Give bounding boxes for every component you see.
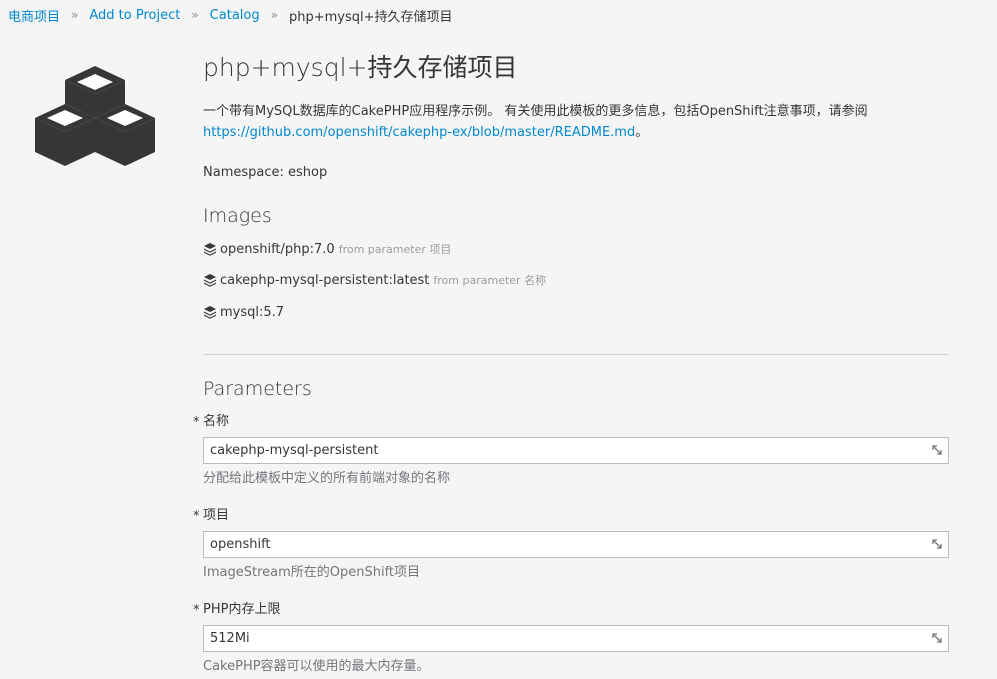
parameter-help: CakePHP容器可以使用的最大内存量。 bbox=[203, 659, 430, 674]
layers-icon bbox=[204, 274, 216, 287]
description-text: 一个带有MySQL数据库的CakePHP应用程序示例。 有关使用此模板的更多信息… bbox=[203, 104, 868, 119]
page-title: php+mysql+持久存储项目 bbox=[203, 53, 518, 82]
project-field-value: openshift bbox=[210, 537, 271, 552]
expand-icon[interactable] bbox=[930, 631, 944, 645]
cubes-icon bbox=[35, 66, 155, 166]
namespace-label: Namespace: bbox=[203, 165, 284, 180]
image-name: cakephp-mysql-persistent:latest bbox=[220, 272, 430, 288]
namespace: Namespace: eshop bbox=[203, 163, 949, 183]
image-item: mysql:5.7 bbox=[203, 302, 949, 322]
chevron-right-icon: » bbox=[71, 8, 79, 22]
image-name: mysql:5.7 bbox=[220, 304, 285, 320]
chevron-right-icon: » bbox=[191, 8, 199, 22]
parameter-label: * 项目 bbox=[193, 508, 230, 524]
parameter-help: ImageStream所在的OpenShift项目 bbox=[203, 565, 421, 580]
breadcrumb-catalog-link[interactable]: Catalog bbox=[210, 8, 260, 23]
parameter-name: * 名称 cakephp-mysql-persistent 分配给此模板中定义的… bbox=[193, 410, 949, 488]
project-field[interactable]: openshift bbox=[203, 531, 949, 558]
image-name: openshift/php:7.0 bbox=[220, 241, 335, 257]
php-memory-field[interactable]: 512Mi bbox=[203, 625, 949, 652]
image-source: from parameter 名称 bbox=[433, 274, 547, 287]
readme-link[interactable]: https://github.com/openshift/cakephp-ex/… bbox=[203, 125, 635, 140]
parameter-project: * 项目 openshift ImageStream所在的OpenShift项目 bbox=[193, 504, 949, 582]
template-description: 一个带有MySQL数据库的CakePHP应用程序示例。 有关使用此模板的更多信息… bbox=[203, 101, 949, 143]
required-marker: * bbox=[193, 415, 200, 430]
parameter-label: * PHP内存上限 bbox=[193, 602, 281, 618]
parameter-label-text: 名称 bbox=[203, 414, 230, 429]
section-divider bbox=[203, 354, 949, 355]
name-field[interactable]: cakephp-mysql-persistent bbox=[203, 437, 949, 464]
images-heading: Images bbox=[203, 205, 272, 227]
parameter-label-text: PHP内存上限 bbox=[203, 602, 281, 617]
expand-icon[interactable] bbox=[930, 537, 944, 551]
description-suffix: 。 bbox=[635, 125, 649, 140]
parameter-php-memory: * PHP内存上限 512Mi CakePHP容器可以使用的最大内存量。 bbox=[193, 598, 949, 676]
parameters-heading: Parameters bbox=[203, 378, 312, 400]
expand-icon[interactable] bbox=[930, 443, 944, 457]
namespace-value: eshop bbox=[288, 165, 328, 180]
breadcrumb-project-link[interactable]: 电商项目 bbox=[8, 6, 60, 25]
layers-icon bbox=[204, 306, 216, 319]
image-item: cakephp-mysql-persistent:latest from par… bbox=[203, 270, 949, 290]
breadcrumb-add-to-project-link[interactable]: Add to Project bbox=[89, 8, 180, 23]
parameter-label-text: 项目 bbox=[203, 508, 230, 523]
required-marker: * bbox=[193, 509, 200, 524]
breadcrumb: 电商项目 » Add to Project » Catalog » php+my… bbox=[8, 6, 453, 25]
template-details: php+mysql+持久存储项目 一个带有MySQL数据库的CakePHP应用程… bbox=[193, 50, 949, 676]
parameter-label: * 名称 bbox=[193, 414, 230, 430]
breadcrumb-current: php+mysql+持久存储项目 bbox=[288, 9, 453, 25]
parameter-help: 分配给此模板中定义的所有前端对象的名称 bbox=[203, 471, 451, 486]
name-field-value: cakephp-mysql-persistent bbox=[210, 443, 379, 458]
php-memory-field-value: 512Mi bbox=[210, 631, 250, 646]
image-source: from parameter 项目 bbox=[338, 243, 452, 256]
layers-icon bbox=[204, 243, 216, 256]
image-item: openshift/php:7.0 from parameter 项目 bbox=[203, 239, 949, 259]
required-marker: * bbox=[193, 603, 200, 618]
chevron-right-icon: » bbox=[270, 8, 278, 22]
